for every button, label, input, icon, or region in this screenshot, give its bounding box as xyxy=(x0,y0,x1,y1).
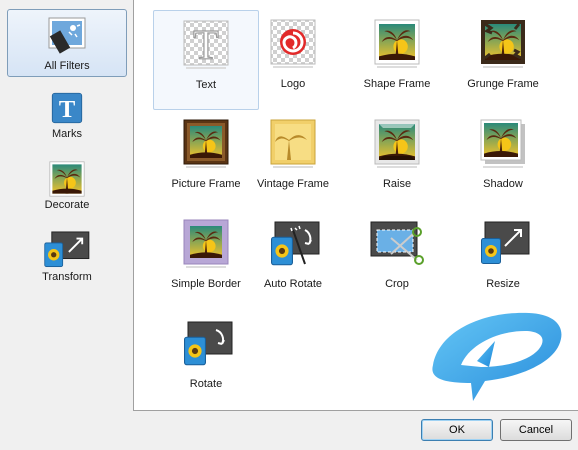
crop-icon xyxy=(370,221,424,265)
text-t-icon: T xyxy=(183,20,229,70)
watermark-logo xyxy=(432,312,562,401)
transform-resize-icon xyxy=(44,231,90,268)
category-decorate[interactable]: Decorate xyxy=(7,161,127,211)
palm-photo-icon xyxy=(49,161,85,197)
filter-auto-rotate[interactable]: Auto Rotate xyxy=(240,210,346,310)
auto-rotate-icon xyxy=(271,221,320,266)
category-transform[interactable]: Transform xyxy=(7,231,127,283)
category-all-filters[interactable]: All Filters xyxy=(7,9,127,77)
category-marks[interactable]: T Marks xyxy=(7,90,127,140)
filter-label: Resize xyxy=(486,278,520,290)
category-label: Decorate xyxy=(44,199,90,211)
category-pane: All Filters T Marks Decorate Transform xyxy=(0,0,133,410)
filter-label: Auto Rotate xyxy=(263,278,323,290)
resize-icon xyxy=(481,221,530,264)
filter-resize[interactable]: Resize xyxy=(450,210,556,310)
category-label: All Filters xyxy=(44,60,90,72)
shape-frame-icon xyxy=(374,19,420,68)
filter-shape-frame[interactable]: Shape Frame xyxy=(344,10,450,110)
filter-rotate[interactable]: Rotate xyxy=(153,310,259,410)
filter-shadow[interactable]: Shadow xyxy=(450,110,556,210)
filter-label: Rotate xyxy=(189,378,223,390)
filter-label: Crop xyxy=(385,278,409,290)
filter-logo[interactable]: Logo xyxy=(240,10,346,110)
svg-text:T: T xyxy=(193,23,219,69)
vintage-frame-icon xyxy=(270,119,316,168)
filter-raise[interactable]: Raise xyxy=(344,110,450,210)
grunge-frame-icon xyxy=(481,20,525,68)
shadow-icon xyxy=(480,119,525,168)
filter-vintage-frame[interactable]: Vintage Frame xyxy=(240,110,346,210)
ok-button[interactable]: OK xyxy=(421,419,493,441)
filter-crop[interactable]: Crop xyxy=(344,210,450,310)
raise-icon xyxy=(374,119,420,168)
logo-swirl-icon xyxy=(270,19,316,68)
all-filters-icon xyxy=(48,17,86,54)
filter-label: Grunge Frame xyxy=(467,78,539,90)
picture-frame-icon xyxy=(183,119,229,168)
rotate-icon xyxy=(184,321,233,366)
simple-border-icon xyxy=(183,219,229,268)
filter-label: Shape Frame xyxy=(363,78,431,90)
filter-label: Logo xyxy=(280,78,306,90)
filter-label: Raise xyxy=(382,178,412,190)
category-label: Transform xyxy=(42,271,92,283)
filter-label: Vintage Frame xyxy=(257,178,329,190)
cancel-button[interactable]: Cancel xyxy=(500,419,572,441)
filter-label: Shadow xyxy=(483,178,523,190)
filter-grunge-frame[interactable]: Grunge Frame xyxy=(450,10,556,110)
category-label: Marks xyxy=(52,128,82,140)
text-t-icon: T xyxy=(51,92,83,124)
svg-text:T: T xyxy=(59,96,75,123)
